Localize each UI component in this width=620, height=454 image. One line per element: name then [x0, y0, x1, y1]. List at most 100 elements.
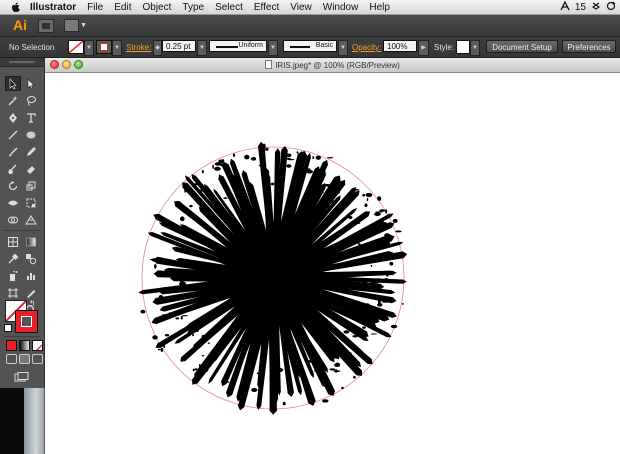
blend-tool[interactable] [23, 251, 39, 266]
iris-speck [195, 328, 199, 333]
document-setup-button[interactable]: Document Setup [486, 40, 558, 53]
blob-brush-icon [8, 164, 17, 174]
iris-speck [250, 157, 257, 161]
draw-behind-button[interactable] [19, 354, 30, 364]
blob-brush-tool[interactable] [5, 161, 21, 176]
iris-speck [384, 233, 390, 238]
width-tool[interactable] [5, 195, 21, 210]
opacity-input[interactable]: 100% [383, 40, 417, 52]
gradient-mode-button[interactable] [19, 340, 30, 351]
iris-artwork[interactable] [45, 73, 620, 454]
eyedropper-tool[interactable] [5, 251, 21, 266]
magic-wand-tool[interactable] [5, 93, 21, 108]
column-graph-tool[interactable] [23, 268, 39, 283]
stroke-weight-input[interactable]: 0.25 pt [162, 40, 196, 52]
profile-dropdown[interactable]: ▼ [268, 40, 278, 56]
iris-speck [392, 218, 398, 223]
rotate-icon [8, 180, 18, 190]
iris-speck [157, 348, 161, 351]
artboard-canvas[interactable] [45, 73, 620, 454]
selection-tool[interactable] [5, 76, 21, 91]
iris-speck [235, 172, 240, 178]
draw-inside-button[interactable] [32, 354, 43, 364]
stroke-dropdown[interactable]: ▼ [112, 40, 122, 56]
stroke-weight-stepper[interactable]: ◆ [153, 40, 162, 56]
menu-select[interactable]: Select [215, 2, 243, 13]
iris-speck [296, 151, 299, 154]
window-edge [24, 388, 44, 454]
pencil-tool[interactable] [23, 144, 39, 159]
symbol-sprayer-tool[interactable] [5, 268, 21, 283]
opacity-slider-button[interactable]: ▶ [418, 40, 429, 56]
rotate-tool[interactable] [5, 178, 21, 193]
line-segment-tool[interactable] [5, 127, 21, 142]
slice-tool[interactable] [23, 285, 39, 300]
stroke-color-box[interactable] [15, 310, 38, 333]
iris-speck [257, 389, 263, 391]
stroke-label[interactable]: Stroke: [126, 43, 151, 52]
pen-nib-icon [9, 112, 17, 123]
iris-speck [192, 334, 195, 337]
menu-window[interactable]: Window [323, 2, 359, 13]
illustrator-logo: Ai [13, 17, 27, 33]
graphic-style-dropdown[interactable]: ▼ [470, 40, 480, 56]
iris-speck [381, 301, 389, 303]
change-screen-mode-button[interactable] [14, 369, 30, 382]
direct-selection-tool[interactable] [23, 76, 39, 91]
perspective-grid-tool[interactable] [23, 212, 39, 227]
brush-dropdown[interactable]: ▼ [338, 40, 348, 56]
type-tool[interactable] [23, 110, 39, 125]
iris-speck [152, 335, 158, 340]
menu-file[interactable]: File [87, 2, 103, 13]
bridge-button[interactable] [38, 19, 54, 33]
draw-normal-button[interactable] [6, 354, 17, 364]
brush-definition[interactable]: Basic [283, 40, 337, 52]
gradient-tool[interactable] [23, 234, 39, 249]
color-mode-button[interactable] [6, 340, 17, 351]
fill-dropdown[interactable]: ▼ [84, 40, 94, 56]
eraser-tool[interactable] [23, 161, 39, 176]
tools-panel-grip[interactable] [0, 58, 44, 67]
opacity-label[interactable]: Opacity: [352, 43, 381, 52]
lasso-tool[interactable] [23, 93, 39, 108]
stroke-weight-dropdown[interactable]: ▼ [197, 40, 207, 56]
arrange-documents-button[interactable]: ▼ [64, 19, 87, 32]
acrobat-icon[interactable] [560, 0, 570, 14]
fill-swatch[interactable] [68, 40, 84, 54]
menu-view[interactable]: View [290, 2, 312, 13]
sync-icon[interactable] [606, 1, 616, 14]
screen-mode-icon [14, 372, 29, 382]
preferences-button[interactable]: Preferences [562, 40, 616, 53]
scale-tool[interactable] [23, 178, 39, 193]
menu-type[interactable]: Type [182, 2, 204, 13]
iris-speck [377, 196, 382, 201]
graphic-style-swatch[interactable] [456, 40, 470, 54]
magic-wand-icon [8, 95, 18, 105]
apple-icon[interactable] [11, 1, 21, 13]
pen-tool[interactable] [5, 110, 21, 125]
free-transform-tool[interactable] [23, 195, 39, 210]
iris-speck [356, 371, 363, 376]
iris-speck [329, 368, 336, 371]
menu-object[interactable]: Object [142, 2, 171, 13]
none-mode-button[interactable] [32, 340, 43, 351]
menu-effect[interactable]: Effect [254, 2, 279, 13]
iris-speck [316, 363, 323, 366]
mesh-tool[interactable] [5, 234, 21, 249]
iris-speck [370, 264, 373, 267]
variable-width-profile[interactable]: Uniform [209, 40, 267, 52]
menu-edit[interactable]: Edit [114, 2, 131, 13]
shape-builder-tool[interactable] [5, 212, 21, 227]
swap-fill-stroke-icon[interactable]: ↰ [29, 299, 36, 308]
iris-speck [346, 197, 351, 200]
ellipse-tool[interactable] [23, 127, 39, 142]
menu-help[interactable]: Help [369, 2, 390, 13]
document-titlebar[interactable]: IRIS.jpeg* @ 100% (RGB/Preview) [45, 58, 620, 73]
dropbox-icon[interactable] [591, 1, 601, 14]
paintbrush-tool[interactable] [5, 144, 21, 159]
iris-speck [258, 164, 266, 167]
default-fill-stroke-icon[interactable] [4, 324, 12, 332]
stroke-swatch[interactable] [96, 40, 112, 54]
app-menu[interactable]: Illustrator [30, 2, 76, 13]
artboard-tool[interactable] [5, 285, 21, 300]
